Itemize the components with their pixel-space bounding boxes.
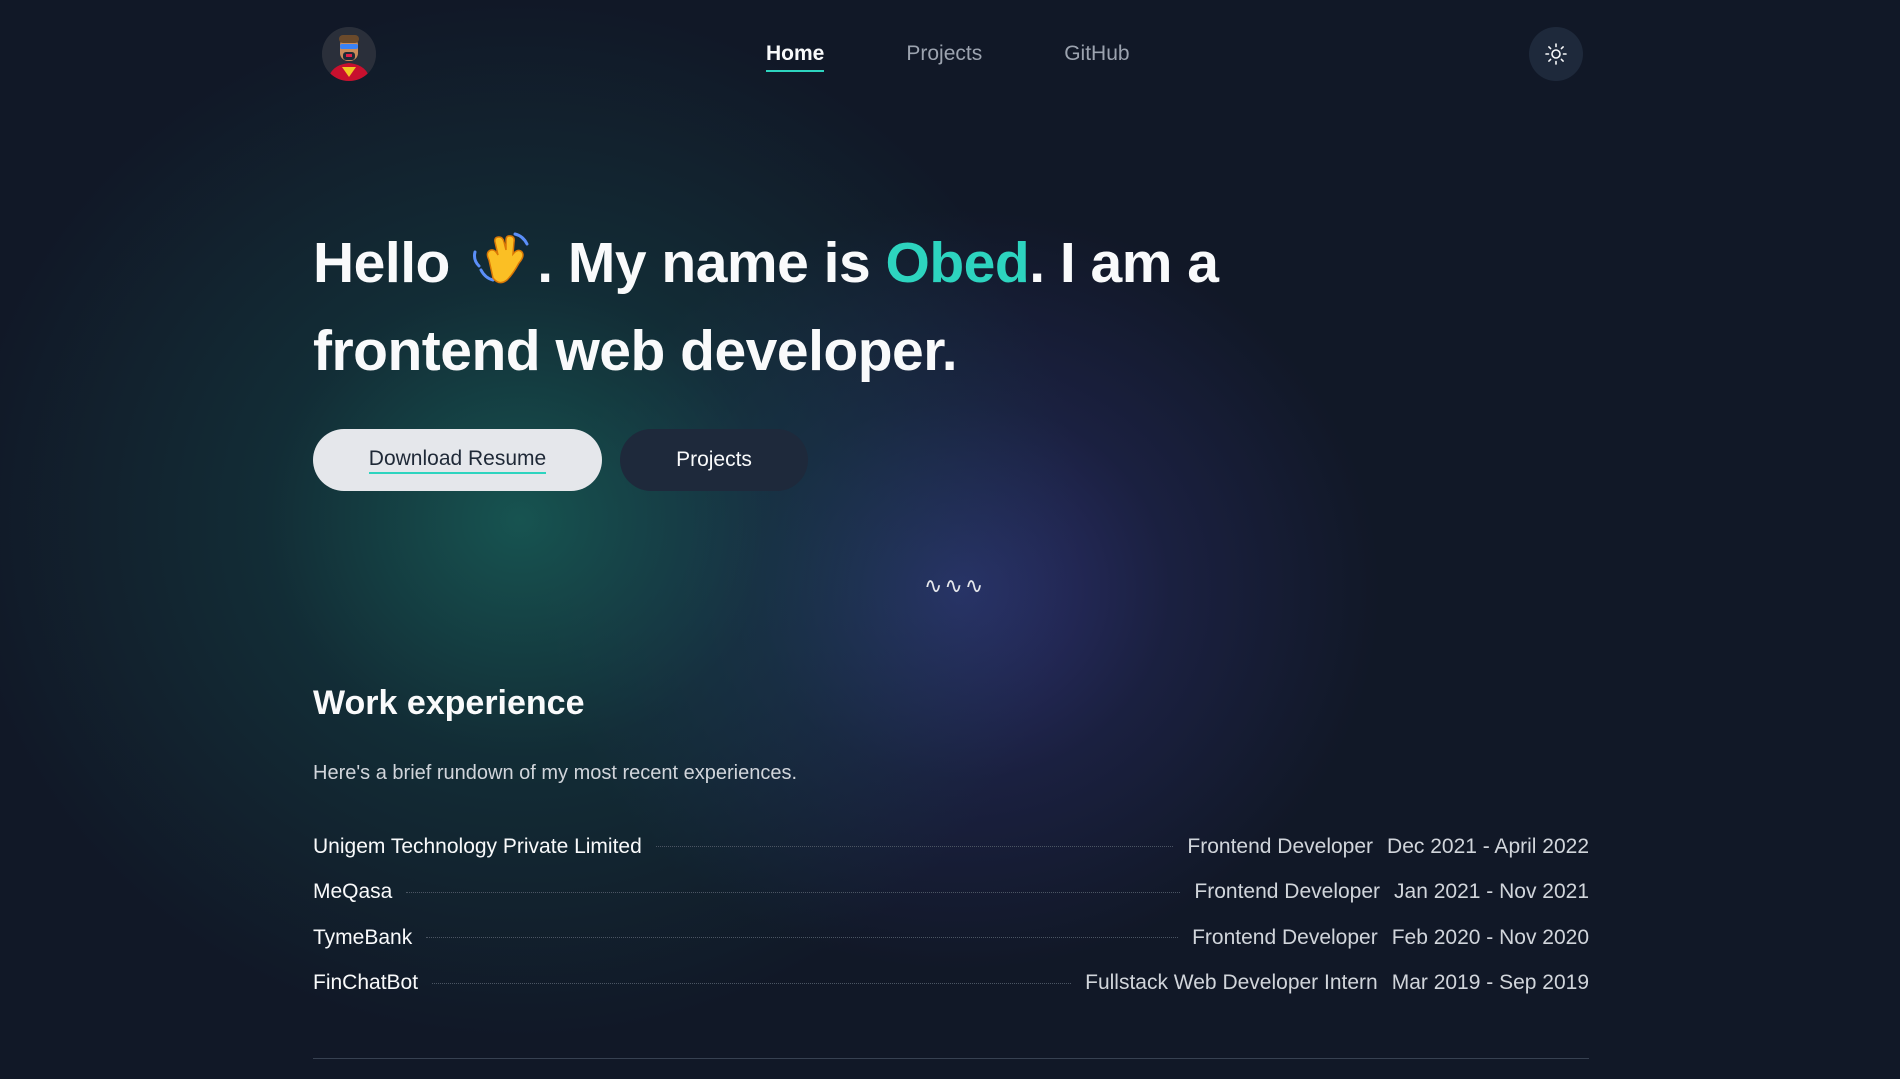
squiggle-divider: ∿∿∿ <box>924 574 986 599</box>
experience-company: MeQasa <box>313 880 393 904</box>
page: Home Projects GitHub Hello . My name is … <box>0 0 1900 1079</box>
main-nav: Home Projects GitHub <box>766 42 1130 72</box>
dotted-leader <box>406 891 1181 893</box>
experience-list: Unigem Technology Private Limited Fronte… <box>313 824 1589 1006</box>
nav-github-link[interactable]: GitHub <box>1064 42 1129 72</box>
experience-company: Unigem Technology Private Limited <box>313 834 642 858</box>
hero-name: Obed <box>885 231 1030 295</box>
section-divider <box>313 1058 1589 1059</box>
experience-dates: Jan 2021 - Nov 2021 <box>1394 880 1589 904</box>
experience-role: Frontend Developer <box>1187 834 1374 858</box>
work-experience-subtitle: Here's a brief rundown of my most recent… <box>313 762 798 784</box>
experience-dates: Mar 2019 - Sep 2019 <box>1391 971 1589 995</box>
hero-heading: Hello . My name is Obed. I am a frontend… <box>313 222 1313 392</box>
avatar-image <box>322 27 376 81</box>
experience-company: FinChatBot <box>313 971 419 995</box>
download-resume-label: Download Resume <box>368 447 547 474</box>
hero-text-before-name: . My name is <box>537 231 886 295</box>
site-header: Home Projects GitHub <box>313 26 1589 82</box>
download-resume-button[interactable]: Download Resume <box>313 429 602 491</box>
dotted-leader <box>432 982 1072 984</box>
theme-toggle-button[interactable] <box>1529 27 1583 81</box>
experience-role: Frontend Developer <box>1192 925 1378 949</box>
hero-line2: frontend web developer. <box>313 319 958 383</box>
hero-text-after-name: . I am a <box>1029 231 1219 295</box>
experience-role: Fullstack Web Developer Intern <box>1085 971 1378 995</box>
experience-dates: Dec 2021 - April 2022 <box>1387 834 1589 858</box>
experience-item: FinChatBot Fullstack Web Developer Inter… <box>313 961 1589 1007</box>
sun-icon <box>1545 43 1567 65</box>
dotted-leader <box>655 846 1174 848</box>
projects-button[interactable]: Projects <box>620 429 808 491</box>
hero-buttons: Download Resume Projects <box>313 429 808 491</box>
nav-home-link[interactable]: Home <box>766 42 825 72</box>
nav-projects-link[interactable]: Projects <box>906 42 982 72</box>
experience-item: MeQasa Frontend Developer Jan 2021 - Nov… <box>313 870 1589 916</box>
experience-item: TymeBank Frontend Developer Feb 2020 - N… <box>313 915 1589 961</box>
hero-greeting: Hello <box>313 231 450 295</box>
experience-item: Unigem Technology Private Limited Fronte… <box>313 824 1589 870</box>
work-experience-title: Work experience <box>313 684 585 722</box>
experience-company: TymeBank <box>313 925 413 949</box>
avatar[interactable] <box>322 27 376 81</box>
waving-hand-icon <box>471 228 533 310</box>
dotted-leader <box>426 937 1179 939</box>
experience-role: Frontend Developer <box>1194 880 1381 904</box>
experience-dates: Feb 2020 - Nov 2020 <box>1391 925 1589 949</box>
